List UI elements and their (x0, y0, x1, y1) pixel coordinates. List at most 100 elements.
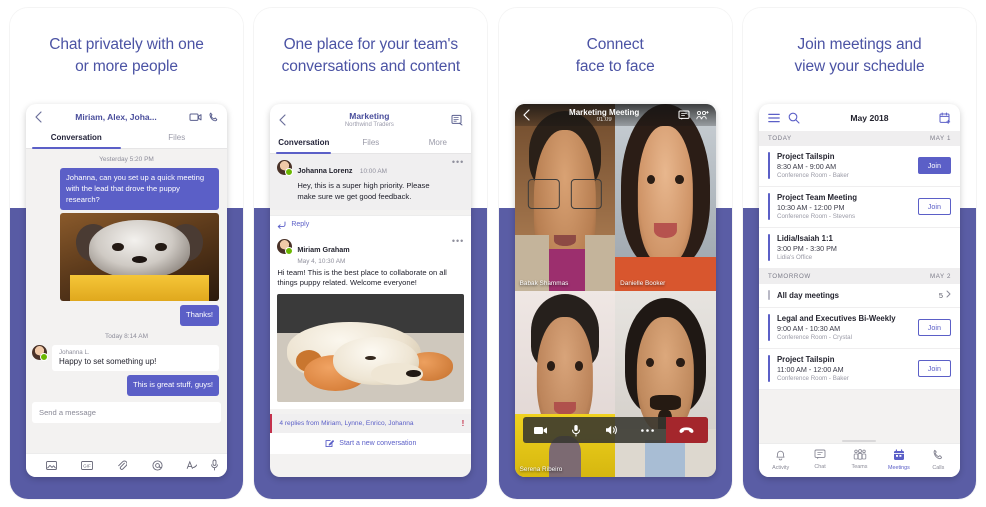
participant-tile-2[interactable]: Danielle Booker (615, 104, 716, 291)
chat-toolbar: GIF (26, 453, 227, 477)
agenda-event-row[interactable]: Project Team Meeting 10:30 AM - 12:00 PM… (758, 187, 960, 228)
tab-conversation[interactable]: Conversation (26, 128, 127, 149)
chat-image-puppy[interactable] (60, 213, 219, 302)
join-button[interactable]: Join (917, 198, 951, 215)
agenda-allday-row[interactable]: All day meetings 5 (758, 284, 960, 308)
image-icon[interactable] (34, 460, 69, 470)
chat-row-thanks: Thanks! (26, 301, 227, 327)
teams-channel-title[interactable]: Marketing Northwind Traders (293, 111, 445, 128)
video-call-icon[interactable] (189, 112, 202, 122)
participant-tile-4[interactable] (615, 290, 716, 477)
post-replies-summary[interactable]: 4 replies from Miriam, Lynne, Enrico, Jo… (270, 414, 472, 434)
teams-feed[interactable]: Johanna Lorenz 10:00 AM Hey, this is a s… (270, 154, 472, 477)
compose-icon[interactable] (451, 114, 463, 126)
chat-title[interactable]: Miriam, Alex, Joha... (49, 112, 183, 122)
chat-icon[interactable] (678, 110, 690, 121)
chat-incoming-text: Happy to set something up! (59, 357, 157, 367)
participant-tile-1[interactable]: Babak Shammas (514, 104, 616, 291)
join-button[interactable]: Join (917, 157, 951, 174)
join-button[interactable]: Join (917, 360, 951, 377)
chevron-right-icon (946, 290, 951, 300)
participants-icon[interactable] (696, 110, 709, 121)
gif-icon[interactable]: GIF (69, 460, 104, 470)
more-icon[interactable] (630, 428, 666, 433)
section-date: MAY 2 (929, 273, 951, 280)
event-location: Conference Room - Baker (776, 172, 849, 179)
video-icon[interactable] (523, 425, 559, 436)
post-reply-action[interactable]: Reply (270, 214, 472, 233)
section-date: MAY 1 (929, 135, 951, 142)
search-icon[interactable] (788, 112, 800, 124)
event-location: Conference Room - Stevens (776, 213, 856, 220)
speaker-icon[interactable] (594, 424, 630, 436)
add-event-icon[interactable] (939, 112, 951, 124)
attachment-icon[interactable] (104, 460, 139, 471)
channel-post-2: Miriam Graham May 4, 10:30 AM ••• Hi tea… (270, 232, 472, 410)
nav-item-meetings[interactable]: Meetings (879, 449, 918, 471)
event-time: 3:00 PM - 3:30 PM (776, 244, 837, 253)
event-accent-bar (767, 152, 770, 179)
hamburger-icon[interactable] (768, 113, 780, 123)
nav-item-calls[interactable]: Calls (919, 449, 958, 471)
phone-call-icon[interactable] (208, 112, 219, 123)
tab-more[interactable]: More (404, 133, 471, 153)
event-time: 8:30 AM - 9:00 AM (776, 162, 837, 171)
nav-item-teams[interactable]: Teams (840, 449, 879, 471)
participant-video (615, 104, 716, 291)
participant-name: Babak Shammas (519, 279, 569, 287)
headline-line-1: Join meetings and (797, 36, 922, 53)
agenda-event-row[interactable]: Lidia/Isaiah 1:1 3:00 PM - 3:30 PM Lidia… (758, 228, 960, 269)
join-button[interactable]: Join (917, 319, 951, 336)
bell-icon (775, 449, 786, 463)
allday-title: All day meetings (776, 290, 839, 300)
back-chevron-icon[interactable] (522, 109, 531, 121)
post-body: Hey, this is a super high priority. Plea… (297, 181, 430, 201)
phone-mockup-calendar: May 2018 TODAY MAY 1 Project Tailspin 8:… (758, 104, 960, 477)
headline-line-2: view your schedule (794, 58, 925, 75)
event-accent-bar (767, 234, 770, 261)
event-location: Conference Room - Baker (776, 375, 849, 382)
feature-card-chat: Chat privately with one or more people M… (10, 8, 243, 499)
card-headline: One place for your team's conversations … (254, 34, 487, 78)
back-chevron-icon[interactable] (34, 111, 43, 123)
chat-icon (814, 449, 826, 462)
post-body: Hi team! This is the best place to colla… (277, 267, 447, 288)
headline-line-2: or more people (75, 58, 178, 75)
agenda-event-row[interactable]: Project Tailspin 11:00 AM - 12:00 AM Con… (758, 349, 960, 390)
message-input[interactable]: Send a message (32, 401, 221, 423)
format-icon[interactable] (175, 460, 210, 471)
tab-files[interactable]: Files (127, 128, 228, 148)
microphone-icon[interactable] (210, 459, 219, 471)
tab-conversation[interactable]: Conversation (270, 133, 337, 154)
calendar-month-title: May 2018 (850, 113, 889, 123)
agenda-event-row[interactable]: Legal and Executives Bi-Weekly 9:00 AM -… (758, 308, 960, 349)
microphone-icon[interactable] (558, 424, 594, 437)
agenda-event-row[interactable]: Project Tailspin 8:30 AM - 9:00 AM Confe… (758, 146, 960, 187)
tab-files[interactable]: Files (337, 133, 404, 153)
headline-line-1: One place for your team's (283, 36, 459, 53)
back-chevron-icon[interactable] (278, 113, 287, 126)
participant-video (514, 290, 616, 477)
mention-icon[interactable] (140, 459, 175, 471)
avatar (277, 160, 294, 176)
post-author: Johanna Lorenz (297, 166, 353, 175)
event-accent-bar (767, 314, 770, 341)
hangup-icon[interactable] (665, 417, 708, 443)
chat-message-incoming: Johanna L. Happy to set something up! (26, 345, 227, 372)
headline-line-2: conversations and content (281, 58, 461, 75)
post-more-icon[interactable]: ••• (452, 157, 464, 167)
puppy-photo-art (60, 213, 219, 302)
call-controls (522, 417, 708, 443)
post-more-icon[interactable]: ••• (452, 236, 464, 246)
post-author: Miriam Graham (297, 244, 350, 254)
calendar-agenda[interactable]: TODAY MAY 1 Project Tailspin 8:30 AM - 9… (758, 131, 960, 443)
nav-item-activity[interactable]: Activity (761, 449, 800, 471)
participant-tile-3[interactable]: Serena Ribeiro (514, 290, 616, 477)
start-new-conversation-button[interactable]: Start a new conversation (270, 433, 472, 455)
headline-line-2: face to face (575, 58, 655, 75)
bottom-navigation: Activity Chat Teams Meetings Calls (758, 443, 960, 477)
nav-item-chat[interactable]: Chat (800, 449, 839, 471)
avatar (32, 345, 48, 362)
post-image-dog[interactable] (277, 294, 465, 403)
chat-thread[interactable]: Yesterday 5:20 PM Johanna, can you set u… (26, 149, 227, 453)
